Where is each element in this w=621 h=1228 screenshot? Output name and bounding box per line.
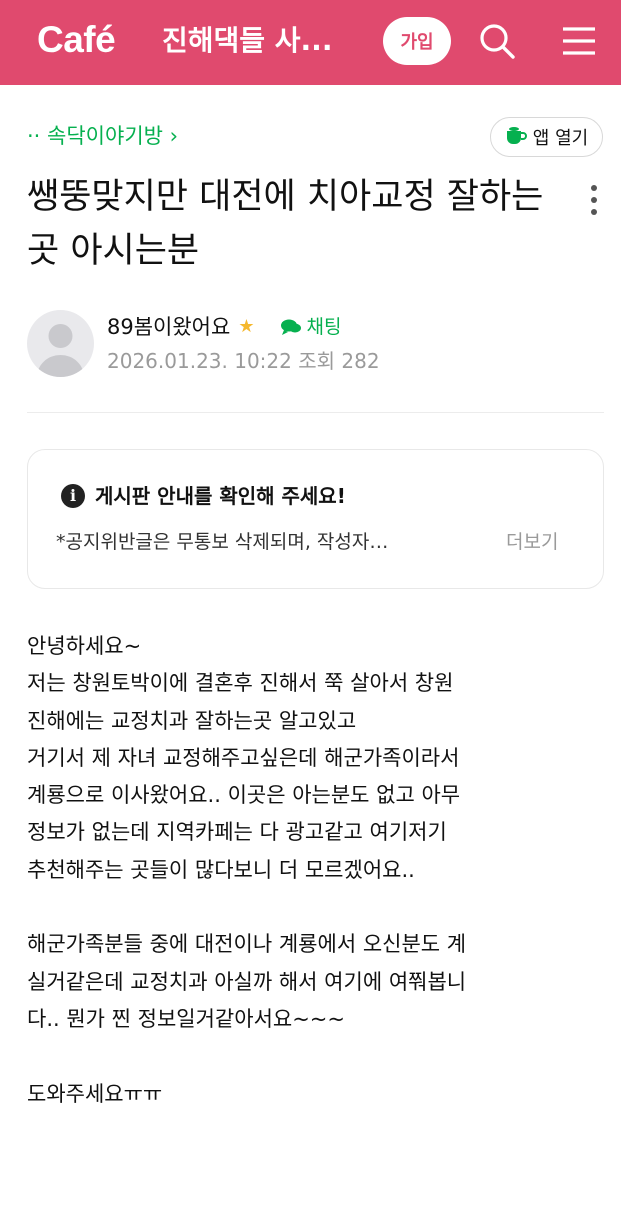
breadcrumb-prefix: ·· <box>27 124 41 148</box>
post-content: 안녕하세요~ 저는 창원토박이에 결혼후 진해서 쭉 살아서 창원 진해에는 교… <box>27 628 607 1113</box>
content-line: 계룡으로 이사왔어요.. 이곳은 아는분도 없고 아무 <box>27 783 461 808</box>
star-icon: ★ <box>238 316 255 337</box>
avatar[interactable] <box>27 310 94 377</box>
content-line: 다.. 뭔가 찐 정보일거같아서요~~~ <box>27 1006 346 1031</box>
views-count: 282 <box>341 349 380 373</box>
author-line: 89봄이왔어요 ★ 채팅 <box>107 312 341 342</box>
content-line: 거기서 제 자녀 교정해주고싶은데 해군가족이라서 <box>27 745 460 770</box>
cafe-logo[interactable]: Café <box>37 18 116 62</box>
notice-more-link[interactable]: 더보기 <box>506 528 558 556</box>
content-line: 저는 창원토박이에 결혼후 진해서 쭉 살아서 창원 <box>27 671 454 696</box>
hamburger-menu-icon[interactable] <box>560 22 598 60</box>
chat-button[interactable]: 채팅 <box>280 312 341 342</box>
top-bar: Café 진해댁들 사... 가입 <box>0 0 621 85</box>
search-icon[interactable] <box>478 22 516 60</box>
content-line: 추천해주는 곳들이 많다보니 더 모르겠어요.. <box>27 857 415 882</box>
divider <box>27 412 604 413</box>
notice-title-text: 게시판 안내를 확인해 주세요! <box>95 484 346 508</box>
content-line: 실거같은데 교정치과 아실까 해서 여기에 여쭤봅니 <box>27 969 467 994</box>
content-line: 도와주세요ㅠㅠ <box>27 1081 163 1106</box>
more-options-icon[interactable] <box>584 180 604 220</box>
post-title: 쌩뚱맞지만 대전에 치아교정 잘하는곳 아시는분 <box>27 177 544 271</box>
info-icon: i <box>61 484 85 508</box>
board-notice-card[interactable]: i 게시판 안내를 확인해 주세요! *공지위반글은 무통보 삭제되며, 작성자… <box>27 449 604 589</box>
content-blank-line <box>27 889 607 926</box>
breadcrumb-board: 속닥이야기방 <box>47 124 163 148</box>
notice-body: *공지위반글은 무통보 삭제되며, 작성자… <box>56 531 389 553</box>
chevron-right-icon: › <box>169 124 179 148</box>
views-label: 조회 <box>298 349 336 373</box>
content-line: 안녕하세요~ <box>27 634 142 658</box>
open-app-button[interactable]: 앱 열기 <box>490 117 603 157</box>
join-button[interactable]: 가입 <box>383 17 451 65</box>
content-line: 진해에는 교정치과 잘하는곳 알고있고 <box>27 708 357 733</box>
author-name[interactable]: 89봄이왔어요 <box>107 312 230 342</box>
post-meta: 2026.01.23. 10:22 조회 282 <box>107 347 380 375</box>
notice-title: i 게시판 안내를 확인해 주세요! <box>61 482 346 510</box>
chat-bubble-icon <box>281 319 302 335</box>
coffee-cup-icon <box>506 127 527 144</box>
board-breadcrumb[interactable]: ·· 속닥이야기방 › <box>27 122 178 150</box>
chat-label: 채팅 <box>306 316 342 338</box>
default-avatar-icon <box>37 324 84 377</box>
content-blank-line <box>27 1038 607 1075</box>
content-line: 해군가족분들 중에 대전이나 계룡에서 오신분도 계 <box>27 932 467 957</box>
cafe-name[interactable]: 진해댁들 사... <box>162 23 362 59</box>
post-date: 2026.01.23. 10:22 <box>107 349 292 373</box>
content-line: 정보가 없는데 지역카페는 다 광고같고 여기저기 <box>27 820 447 845</box>
open-app-label: 앱 열기 <box>532 128 589 149</box>
